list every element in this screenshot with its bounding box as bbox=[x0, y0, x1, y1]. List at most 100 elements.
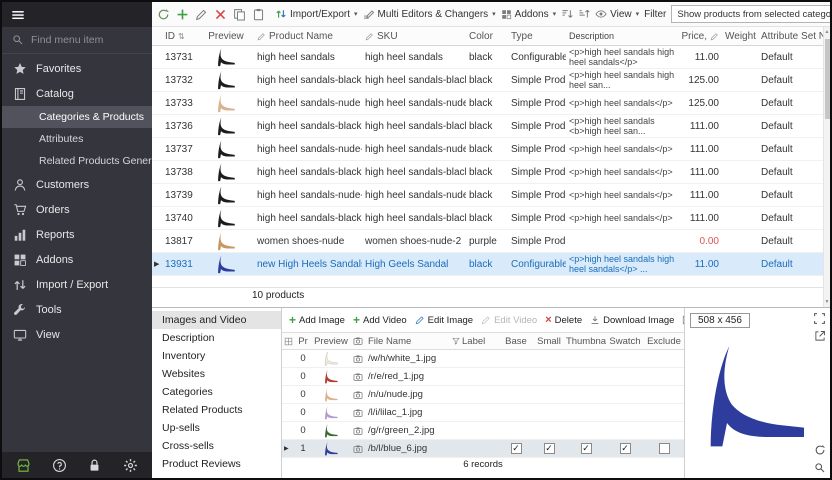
column-header-preview[interactable]: Preview bbox=[198, 31, 254, 42]
edit-video-button[interactable]: Edit Video bbox=[481, 315, 537, 326]
swatch-checkbox[interactable]: ✓ bbox=[620, 443, 631, 454]
column-header-id[interactable]: ID⇅ bbox=[162, 31, 198, 42]
tab-cross-sells[interactable]: Cross-sells bbox=[152, 437, 281, 455]
sidebar-item-orders[interactable]: Orders bbox=[2, 197, 152, 222]
gear-icon[interactable] bbox=[123, 458, 138, 473]
hamburger-menu-icon[interactable] bbox=[11, 8, 25, 22]
image-row[interactable]: 0/n/u/nude.jpg bbox=[282, 386, 684, 404]
product-row[interactable]: 13739high heel sandals-nude-37high heel … bbox=[152, 184, 823, 207]
cell-description: <p>high heel sandals <b>high heel san... bbox=[566, 116, 682, 137]
thumbnail-checkbox[interactable]: ✓ bbox=[581, 443, 592, 454]
column-header-price[interactable]: Price, bbox=[682, 31, 722, 42]
image-row[interactable]: ▶1/b/l/blue_6.jpg✓✓✓✓ bbox=[282, 440, 684, 458]
sidebar-item-reports[interactable]: Reports bbox=[2, 222, 152, 247]
product-row[interactable]: 13738high heel sandals-black-37high heel… bbox=[152, 161, 823, 184]
column-header-small[interactable]: Small bbox=[532, 336, 566, 347]
filter-select[interactable]: Show products from selected categories▾ bbox=[671, 5, 830, 23]
sidebar-item-import-export[interactable]: Import / Export bbox=[2, 272, 152, 297]
vertical-scrollbar[interactable]: ▲ ▼ bbox=[823, 27, 830, 307]
edit-button[interactable] bbox=[195, 8, 208, 21]
sidebar-item-view[interactable]: View bbox=[2, 322, 152, 347]
image-row[interactable]: 0/w/h/white_1.jpg bbox=[282, 350, 684, 368]
delete-image-button[interactable]: ×Delete bbox=[545, 315, 582, 326]
exclude-checkbox[interactable] bbox=[659, 443, 670, 454]
tab-related-products[interactable]: Related Products bbox=[152, 401, 281, 419]
sort-ascending-button[interactable] bbox=[561, 8, 573, 20]
tab-categories[interactable]: Categories bbox=[152, 383, 281, 401]
tab-inventory[interactable]: Inventory bbox=[152, 347, 281, 365]
tab-description[interactable]: Description bbox=[152, 329, 281, 347]
sidebar-item-addons[interactable]: Addons bbox=[2, 247, 152, 272]
add-button[interactable] bbox=[176, 8, 189, 21]
grid-options-header[interactable] bbox=[282, 337, 294, 346]
column-header-exclude[interactable]: Exclude bbox=[644, 336, 684, 347]
product-row[interactable]: 13731high heel sandalshigh heel sandalsb… bbox=[152, 46, 823, 69]
product-row[interactable]: 13732high heel sandals-blackhigh heel sa… bbox=[152, 69, 823, 92]
download-image-button[interactable]: Download Image bbox=[590, 315, 674, 326]
tab-product-reviews[interactable]: Product Reviews bbox=[152, 455, 281, 473]
filter-funnel-icon[interactable] bbox=[450, 337, 460, 345]
addons-button[interactable]: Addons▾ bbox=[501, 9, 556, 20]
edit-image-button[interactable]: Edit Image bbox=[415, 315, 473, 326]
image-row[interactable]: 0/g/r/green_2.jpg bbox=[282, 422, 684, 440]
paste-button[interactable] bbox=[252, 8, 265, 21]
small-checkbox[interactable]: ✓ bbox=[544, 443, 555, 454]
column-header-swatch[interactable]: Swatch bbox=[606, 336, 644, 347]
multi-editors-button[interactable]: Multi Editors & Changers▾ bbox=[363, 8, 496, 20]
view-button[interactable]: View▾ bbox=[595, 8, 639, 20]
refresh-button[interactable] bbox=[157, 8, 170, 21]
column-header-priority[interactable]: Pr bbox=[294, 336, 312, 347]
tab-images-and-video[interactable]: Images and Video bbox=[152, 311, 281, 329]
column-header-weight[interactable]: Weight bbox=[722, 31, 758, 42]
image-row[interactable]: 0/r/e/red_1.jpg bbox=[282, 368, 684, 386]
product-row[interactable]: 13733high heel sandals-nudehigh heel san… bbox=[152, 92, 823, 115]
sidebar-item-favorites[interactable]: Favorites bbox=[2, 56, 152, 81]
scrollbar-thumb[interactable] bbox=[825, 39, 830, 119]
sidebar-item-categories-products[interactable]: Categories & Products bbox=[2, 106, 152, 128]
column-header-sku[interactable]: SKU bbox=[362, 31, 466, 42]
del-button[interactable] bbox=[214, 8, 227, 21]
scroll-up-icon[interactable]: ▲ bbox=[824, 29, 830, 35]
column-header-base[interactable]: Base bbox=[500, 336, 532, 347]
tab-websites[interactable]: Websites bbox=[152, 365, 281, 383]
copy-button[interactable] bbox=[233, 8, 246, 21]
add-video-button[interactable]: +Add Video bbox=[353, 315, 407, 326]
column-header-description[interactable]: Description bbox=[566, 31, 682, 41]
sidebar-item-tools[interactable]: Tools bbox=[2, 297, 152, 322]
product-row[interactable]: 13736high heel sandals-black-36high heel… bbox=[152, 115, 823, 138]
column-header-attribute-set[interactable]: Attribute Set Name bbox=[758, 31, 823, 42]
sidebar-item-customers[interactable]: Customers bbox=[2, 172, 152, 197]
column-header-color[interactable]: Color bbox=[466, 31, 508, 42]
store-icon[interactable] bbox=[16, 458, 31, 473]
fullscreen-icon[interactable] bbox=[813, 312, 826, 325]
scroll-down-icon[interactable]: ▼ bbox=[824, 299, 830, 305]
sidebar-item-catalog[interactable]: Catalog bbox=[2, 81, 152, 106]
product-row[interactable]: ▶13931new High Heels SandalsHigh Geels S… bbox=[152, 253, 823, 276]
sort-descending-button[interactable] bbox=[578, 8, 590, 20]
product-row[interactable]: 13737high heel sandals-nude-36high heel … bbox=[152, 138, 823, 161]
column-header-type[interactable]: Type bbox=[508, 31, 566, 42]
import-export-button[interactable]: Import/Export▾ bbox=[275, 8, 358, 20]
rotate-icon[interactable] bbox=[814, 444, 826, 456]
sidebar-item-related-products-generator[interactable]: Related Products Generator bbox=[2, 150, 152, 172]
cell-id: 13931 bbox=[162, 259, 198, 270]
zoom-icon[interactable] bbox=[814, 462, 826, 474]
column-header-label[interactable]: Label bbox=[460, 336, 500, 347]
column-header-image-preview[interactable]: Preview bbox=[312, 336, 350, 347]
product-row[interactable]: 13817women shoes-nudewomen shoes-nude-2p… bbox=[152, 230, 823, 253]
add-image-button[interactable]: +Add Image bbox=[289, 315, 345, 326]
help-icon[interactable] bbox=[52, 458, 67, 473]
product-row[interactable]: 13740high heel sandals-black-38high heel… bbox=[152, 207, 823, 230]
sidebar-item-attributes[interactable]: Attributes bbox=[2, 128, 152, 150]
column-header-thumbnail[interactable]: Thumbna bbox=[566, 336, 606, 347]
lock-icon[interactable] bbox=[87, 458, 102, 473]
base-checkbox[interactable]: ✓ bbox=[511, 443, 522, 454]
image-row[interactable]: 0/l/i/lilac_1.jpg bbox=[282, 404, 684, 422]
cell-swatch: ✓ bbox=[606, 443, 644, 454]
cell-product-name: high heel sandals-black bbox=[254, 75, 362, 86]
column-header-file-name[interactable]: File Name bbox=[366, 336, 450, 347]
open-external-icon[interactable] bbox=[813, 330, 826, 342]
column-header-product-name[interactable]: Product Name bbox=[254, 31, 362, 42]
sidebar-search-input[interactable]: Find menu item bbox=[2, 27, 152, 54]
tab-up-sells[interactable]: Up-sells bbox=[152, 419, 281, 437]
